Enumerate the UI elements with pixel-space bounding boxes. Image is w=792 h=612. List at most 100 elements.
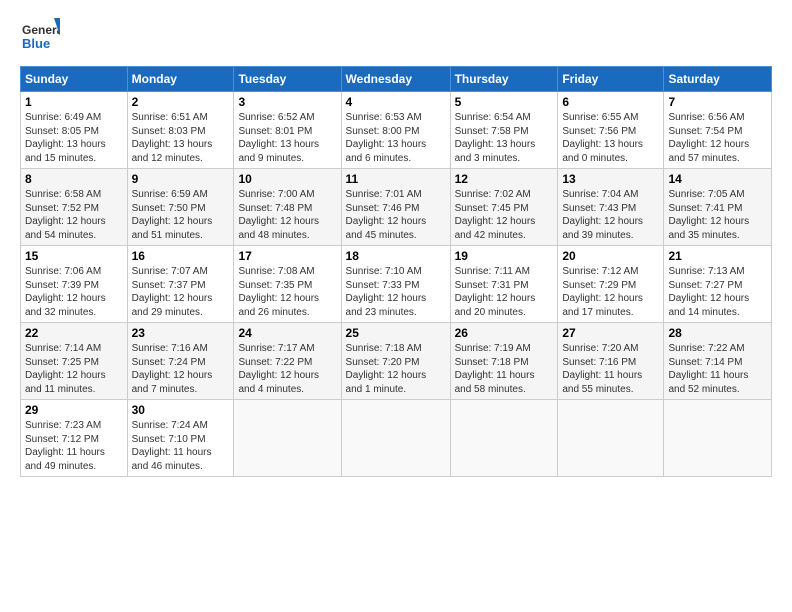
header-monday: Monday: [127, 67, 234, 92]
calendar-cell-11: 11 Sunrise: 7:01 AMSunset: 7:46 PMDaylig…: [341, 169, 450, 246]
calendar-cell-25: 25 Sunrise: 7:18 AMSunset: 7:20 PMDaylig…: [341, 323, 450, 400]
empty-cell: [558, 400, 664, 477]
header-sunday: Sunday: [21, 67, 128, 92]
day-info: Sunrise: 7:07 AMSunset: 7:37 PMDaylight:…: [132, 265, 230, 319]
calendar-cell-14: 14 Sunrise: 7:05 AMSunset: 7:41 PMDaylig…: [664, 169, 772, 246]
day-number: 29: [25, 403, 123, 417]
calendar-cell-19: 19 Sunrise: 7:11 AMSunset: 7:31 PMDaylig…: [450, 246, 558, 323]
day-number: 13: [562, 172, 659, 186]
calendar-cell-8: 8 Sunrise: 6:58 AMSunset: 7:52 PMDayligh…: [21, 169, 128, 246]
calendar-cell-26: 26 Sunrise: 7:19 AMSunset: 7:18 PMDaylig…: [450, 323, 558, 400]
day-number: 20: [562, 249, 659, 263]
day-info: Sunrise: 7:08 AMSunset: 7:35 PMDaylight:…: [238, 265, 336, 319]
day-info: Sunrise: 7:17 AMSunset: 7:22 PMDaylight:…: [238, 342, 336, 396]
day-number: 15: [25, 249, 123, 263]
calendar-cell-7: 7 Sunrise: 6:56 AMSunset: 7:54 PMDayligh…: [664, 92, 772, 169]
day-number: 23: [132, 326, 230, 340]
day-number: 4: [346, 95, 446, 109]
day-info: Sunrise: 7:12 AMSunset: 7:29 PMDaylight:…: [562, 265, 659, 319]
day-info: Sunrise: 6:53 AMSunset: 8:00 PMDaylight:…: [346, 111, 446, 165]
calendar-cell-28: 28 Sunrise: 7:22 AMSunset: 7:14 PMDaylig…: [664, 323, 772, 400]
day-info: Sunrise: 7:04 AMSunset: 7:43 PMDaylight:…: [562, 188, 659, 242]
empty-cell: [341, 400, 450, 477]
day-number: 19: [455, 249, 554, 263]
day-info: Sunrise: 7:19 AMSunset: 7:18 PMDaylight:…: [455, 342, 554, 396]
day-number: 21: [668, 249, 767, 263]
day-info: Sunrise: 7:00 AMSunset: 7:48 PMDaylight:…: [238, 188, 336, 242]
day-info: Sunrise: 6:51 AMSunset: 8:03 PMDaylight:…: [132, 111, 230, 165]
calendar-cell-27: 27 Sunrise: 7:20 AMSunset: 7:16 PMDaylig…: [558, 323, 664, 400]
calendar-cell-2: 2 Sunrise: 6:51 AMSunset: 8:03 PMDayligh…: [127, 92, 234, 169]
calendar-cell-29: 29 Sunrise: 7:23 AMSunset: 7:12 PMDaylig…: [21, 400, 128, 477]
calendar-cell-5: 5 Sunrise: 6:54 AMSunset: 7:58 PMDayligh…: [450, 92, 558, 169]
day-number: 17: [238, 249, 336, 263]
day-number: 7: [668, 95, 767, 109]
day-number: 5: [455, 95, 554, 109]
day-info: Sunrise: 7:10 AMSunset: 7:33 PMDaylight:…: [346, 265, 446, 319]
day-info: Sunrise: 7:11 AMSunset: 7:31 PMDaylight:…: [455, 265, 554, 319]
day-info: Sunrise: 7:22 AMSunset: 7:14 PMDaylight:…: [668, 342, 767, 396]
day-info: Sunrise: 6:49 AMSunset: 8:05 PMDaylight:…: [25, 111, 123, 165]
day-info: Sunrise: 7:05 AMSunset: 7:41 PMDaylight:…: [668, 188, 767, 242]
day-number: 30: [132, 403, 230, 417]
day-number: 26: [455, 326, 554, 340]
calendar-cell-3: 3 Sunrise: 6:52 AMSunset: 8:01 PMDayligh…: [234, 92, 341, 169]
day-info: Sunrise: 7:16 AMSunset: 7:24 PMDaylight:…: [132, 342, 230, 396]
day-info: Sunrise: 6:59 AMSunset: 7:50 PMDaylight:…: [132, 188, 230, 242]
day-info: Sunrise: 7:23 AMSunset: 7:12 PMDaylight:…: [25, 419, 123, 473]
calendar-cell-10: 10 Sunrise: 7:00 AMSunset: 7:48 PMDaylig…: [234, 169, 341, 246]
calendar-cell-20: 20 Sunrise: 7:12 AMSunset: 7:29 PMDaylig…: [558, 246, 664, 323]
day-number: 22: [25, 326, 123, 340]
header-tuesday: Tuesday: [234, 67, 341, 92]
day-number: 2: [132, 95, 230, 109]
day-number: 6: [562, 95, 659, 109]
day-number: 25: [346, 326, 446, 340]
header-wednesday: Wednesday: [341, 67, 450, 92]
empty-cell: [664, 400, 772, 477]
empty-cell: [234, 400, 341, 477]
day-number: 9: [132, 172, 230, 186]
header-friday: Friday: [558, 67, 664, 92]
calendar-cell-15: 15 Sunrise: 7:06 AMSunset: 7:39 PMDaylig…: [21, 246, 128, 323]
day-info: Sunrise: 7:01 AMSunset: 7:46 PMDaylight:…: [346, 188, 446, 242]
calendar-header: SundayMondayTuesdayWednesdayThursdayFrid…: [21, 67, 772, 92]
day-number: 10: [238, 172, 336, 186]
empty-cell: [450, 400, 558, 477]
day-number: 11: [346, 172, 446, 186]
calendar-cell-18: 18 Sunrise: 7:10 AMSunset: 7:33 PMDaylig…: [341, 246, 450, 323]
header-thursday: Thursday: [450, 67, 558, 92]
day-info: Sunrise: 7:24 AMSunset: 7:10 PMDaylight:…: [132, 419, 230, 473]
calendar-cell-16: 16 Sunrise: 7:07 AMSunset: 7:37 PMDaylig…: [127, 246, 234, 323]
day-number: 12: [455, 172, 554, 186]
day-info: Sunrise: 7:02 AMSunset: 7:45 PMDaylight:…: [455, 188, 554, 242]
day-info: Sunrise: 7:13 AMSunset: 7:27 PMDaylight:…: [668, 265, 767, 319]
day-info: Sunrise: 6:54 AMSunset: 7:58 PMDaylight:…: [455, 111, 554, 165]
day-number: 16: [132, 249, 230, 263]
svg-text:General: General: [22, 23, 60, 37]
calendar-cell-23: 23 Sunrise: 7:16 AMSunset: 7:24 PMDaylig…: [127, 323, 234, 400]
day-info: Sunrise: 6:52 AMSunset: 8:01 PMDaylight:…: [238, 111, 336, 165]
calendar-cell-9: 9 Sunrise: 6:59 AMSunset: 7:50 PMDayligh…: [127, 169, 234, 246]
calendar-cell-30: 30 Sunrise: 7:24 AMSunset: 7:10 PMDaylig…: [127, 400, 234, 477]
calendar-cell-4: 4 Sunrise: 6:53 AMSunset: 8:00 PMDayligh…: [341, 92, 450, 169]
header-saturday: Saturday: [664, 67, 772, 92]
day-info: Sunrise: 6:56 AMSunset: 7:54 PMDaylight:…: [668, 111, 767, 165]
day-info: Sunrise: 7:14 AMSunset: 7:25 PMDaylight:…: [25, 342, 123, 396]
day-number: 18: [346, 249, 446, 263]
day-info: Sunrise: 6:58 AMSunset: 7:52 PMDaylight:…: [25, 188, 123, 242]
day-number: 8: [25, 172, 123, 186]
day-number: 1: [25, 95, 123, 109]
day-info: Sunrise: 7:18 AMSunset: 7:20 PMDaylight:…: [346, 342, 446, 396]
day-info: Sunrise: 6:55 AMSunset: 7:56 PMDaylight:…: [562, 111, 659, 165]
day-info: Sunrise: 7:20 AMSunset: 7:16 PMDaylight:…: [562, 342, 659, 396]
calendar-cell-17: 17 Sunrise: 7:08 AMSunset: 7:35 PMDaylig…: [234, 246, 341, 323]
day-number: 14: [668, 172, 767, 186]
calendar-cell-24: 24 Sunrise: 7:17 AMSunset: 7:22 PMDaylig…: [234, 323, 341, 400]
day-number: 27: [562, 326, 659, 340]
svg-text:Blue: Blue: [22, 36, 50, 51]
calendar-cell-12: 12 Sunrise: 7:02 AMSunset: 7:45 PMDaylig…: [450, 169, 558, 246]
day-number: 28: [668, 326, 767, 340]
day-info: Sunrise: 7:06 AMSunset: 7:39 PMDaylight:…: [25, 265, 123, 319]
calendar-cell-1: 1 Sunrise: 6:49 AMSunset: 8:05 PMDayligh…: [21, 92, 128, 169]
day-number: 3: [238, 95, 336, 109]
